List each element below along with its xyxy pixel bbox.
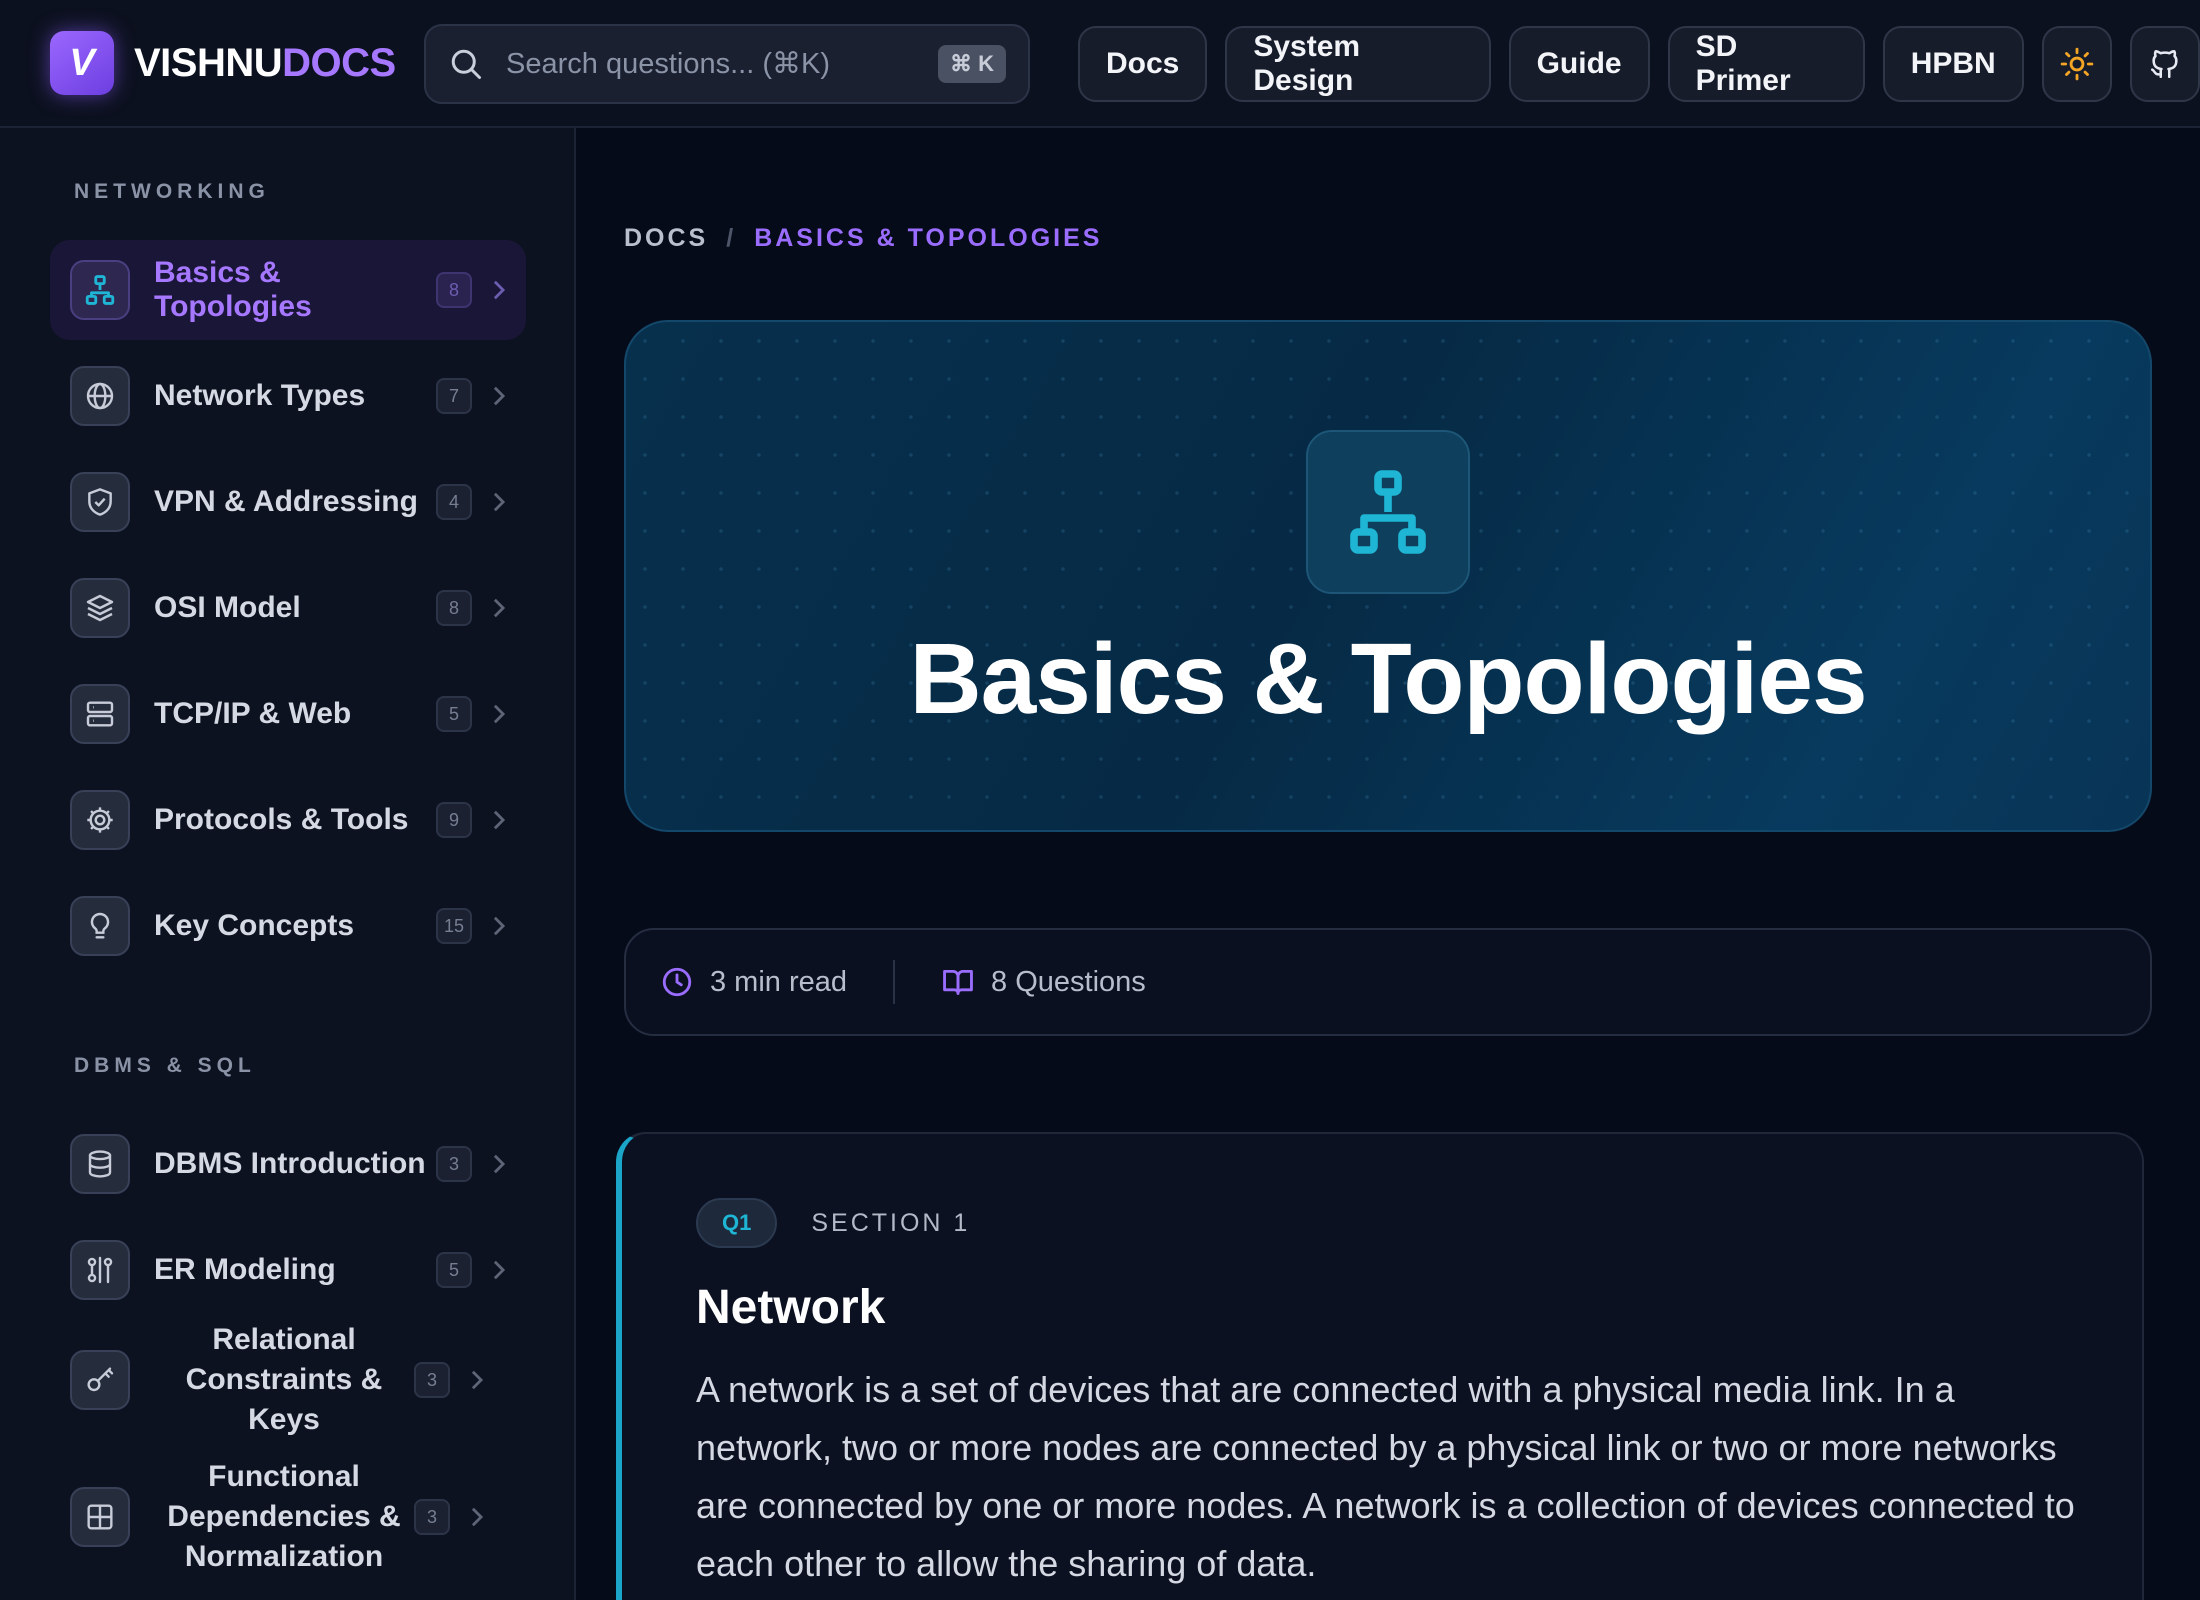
question-badge: Q1 bbox=[696, 1198, 778, 1248]
key-icon bbox=[70, 1350, 130, 1410]
breadcrumb-docs-link[interactable]: DOCS bbox=[624, 224, 708, 253]
sidebar-item-count: 8 bbox=[436, 590, 472, 626]
read-time-text: 3 min read bbox=[710, 965, 848, 998]
chevron-right-icon bbox=[493, 810, 506, 830]
question-count-text: 8 Questions bbox=[991, 965, 1146, 998]
breadcrumb-separator: / bbox=[726, 224, 737, 252]
sidebar-group-dbms-sql: DBMS & SQL bbox=[74, 1054, 256, 1077]
search-input[interactable] bbox=[506, 47, 938, 81]
server-icon bbox=[70, 684, 130, 744]
top-header: V VISHNUDOCS ⌘ K Docs System Design Guid… bbox=[0, 0, 2200, 128]
brand-name-part1: VISHNU bbox=[134, 40, 283, 85]
search-shortcut-hint: ⌘ K bbox=[938, 45, 1006, 83]
database-icon bbox=[70, 1134, 130, 1194]
github-icon bbox=[2150, 50, 2178, 79]
section-label: SECTION 1 bbox=[811, 1208, 971, 1237]
sidebar-item-count: 3 bbox=[414, 1362, 450, 1398]
sidebar-item-count: 8 bbox=[436, 272, 472, 308]
sidebar-group-networking: NETWORKING bbox=[74, 180, 270, 203]
nav-hpbn[interactable]: HPBN bbox=[1882, 26, 2024, 102]
sidebar-item-count: 15 bbox=[435, 908, 472, 944]
read-time: 3 min read bbox=[660, 965, 847, 999]
breadcrumb-current: BASICS & TOPOLOGIES bbox=[754, 224, 1103, 252]
question-body: A network is a set of devices that are c… bbox=[696, 1369, 2075, 1584]
question-card-header: Q1 SECTION 1 bbox=[696, 1198, 2142, 1248]
chevron-right-icon bbox=[493, 280, 506, 300]
question-title: Network bbox=[696, 1281, 886, 1334]
sidebar-item-functional-dependencies-normalization[interactable]: Functional Dependencies & Normalization … bbox=[50, 1446, 526, 1588]
meta-divider bbox=[893, 960, 896, 1004]
sidebar-item-osi-model[interactable]: OSI Model 8 bbox=[50, 558, 526, 658]
meta-bar: 3 min read 8 Questions bbox=[624, 928, 2152, 1036]
top-nav: Docs System Design Guide SD Primer HPBN bbox=[1078, 26, 2200, 102]
clock-icon bbox=[662, 967, 692, 997]
nav-system-design[interactable]: System Design bbox=[1225, 26, 1491, 102]
sidebar-item-label: DBMS Introduction bbox=[154, 1147, 426, 1180]
search-box[interactable]: ⌘ K bbox=[424, 24, 1030, 104]
sidebar-item-network-types[interactable]: Network Types 7 bbox=[50, 346, 526, 446]
sidebar-item-dbms-introduction[interactable]: DBMS Introduction 3 bbox=[50, 1114, 526, 1214]
globe-icon bbox=[70, 366, 130, 426]
sidebar-item-count: 7 bbox=[436, 378, 472, 414]
gear-icon bbox=[70, 790, 130, 850]
nav-docs[interactable]: Docs bbox=[1078, 26, 1208, 102]
sidebar: NETWORKING Basics & Topologies 8 Network… bbox=[0, 128, 576, 1600]
hero-banner: Basics & Topologies bbox=[624, 320, 2152, 832]
sidebar-item-label: Basics & Topologies bbox=[154, 256, 312, 323]
sidebar-item-count: 4 bbox=[436, 484, 472, 520]
theme-toggle-button[interactable] bbox=[2041, 26, 2112, 102]
sun-icon bbox=[2060, 47, 2094, 81]
layers-icon bbox=[70, 578, 130, 638]
sidebar-item-label: ER Modeling bbox=[154, 1253, 336, 1286]
shield-icon bbox=[70, 472, 130, 532]
sidebar-item-count: 9 bbox=[436, 802, 472, 838]
sidebar-item-label: Relational Constraints & Keys bbox=[185, 1323, 383, 1436]
chevron-right-icon bbox=[493, 598, 506, 618]
chevron-right-icon bbox=[493, 1260, 506, 1280]
brand-name-part2: DOCS bbox=[282, 40, 396, 85]
chevron-right-icon bbox=[493, 1154, 506, 1174]
search-icon bbox=[451, 49, 481, 79]
sidebar-item-vpn-addressing[interactable]: VPN & Addressing 4 bbox=[50, 452, 526, 552]
question-card: Q1 SECTION 1 Network A network is a set … bbox=[616, 1132, 2144, 1600]
breadcrumb: DOCS / BASICS & TOPOLOGIES bbox=[624, 224, 1102, 253]
chevron-right-icon bbox=[493, 386, 506, 406]
topology-icon bbox=[1306, 430, 1470, 594]
sidebar-item-tcpip-web[interactable]: TCP/IP & Web 5 bbox=[50, 664, 526, 764]
chevron-right-icon bbox=[471, 1370, 484, 1390]
nav-guide[interactable]: Guide bbox=[1508, 26, 1650, 102]
sidebar-item-label: Key Concepts bbox=[154, 909, 355, 942]
table-icon bbox=[70, 1487, 130, 1547]
chevron-right-icon bbox=[493, 704, 506, 724]
sidebar-item-basics-topologies[interactable]: Basics & Topologies 8 bbox=[50, 240, 526, 340]
chevron-right-icon bbox=[493, 916, 506, 936]
chevron-right-icon bbox=[493, 492, 506, 512]
sidebar-item-er-modeling[interactable]: ER Modeling 5 bbox=[50, 1220, 526, 1320]
sidebar-item-count: 3 bbox=[436, 1146, 472, 1182]
brand-name: VISHNUDOCS bbox=[134, 41, 396, 86]
nav-sd-primer[interactable]: SD Primer bbox=[1667, 26, 1865, 102]
brand[interactable]: V VISHNUDOCS bbox=[50, 31, 396, 95]
brand-logo: V bbox=[50, 31, 114, 95]
sidebar-item-label: Protocols & Tools bbox=[154, 803, 409, 836]
question-count: 8 Questions bbox=[941, 965, 1146, 999]
sidebar-item-count: 5 bbox=[436, 696, 472, 732]
github-button[interactable] bbox=[2129, 26, 2200, 102]
chevron-right-icon bbox=[471, 1507, 484, 1527]
sidebar-item-label: Functional Dependencies & Normalization bbox=[167, 1460, 401, 1573]
sidebar-item-label: Network Types bbox=[154, 379, 366, 412]
sidebar-item-label: VPN & Addressing bbox=[154, 485, 418, 518]
sidebar-item-relational-constraints-keys[interactable]: Relational Constraints & Keys 3 bbox=[50, 1323, 526, 1436]
sidebar-item-label: TCP/IP & Web bbox=[154, 697, 352, 730]
page-title: Basics & Topologies bbox=[909, 623, 1867, 735]
sidebar-item-protocols-tools[interactable]: Protocols & Tools 9 bbox=[50, 770, 526, 870]
book-icon bbox=[943, 969, 973, 995]
sidebar-item-key-concepts[interactable]: Key Concepts 15 bbox=[50, 876, 526, 976]
sidebar-item-count: 5 bbox=[436, 1252, 472, 1288]
relationship-icon bbox=[70, 1240, 130, 1300]
sidebar-item-count: 3 bbox=[414, 1499, 450, 1535]
topology-icon bbox=[70, 260, 130, 320]
lightbulb-icon bbox=[70, 896, 130, 956]
sidebar-item-label: OSI Model bbox=[154, 591, 301, 624]
